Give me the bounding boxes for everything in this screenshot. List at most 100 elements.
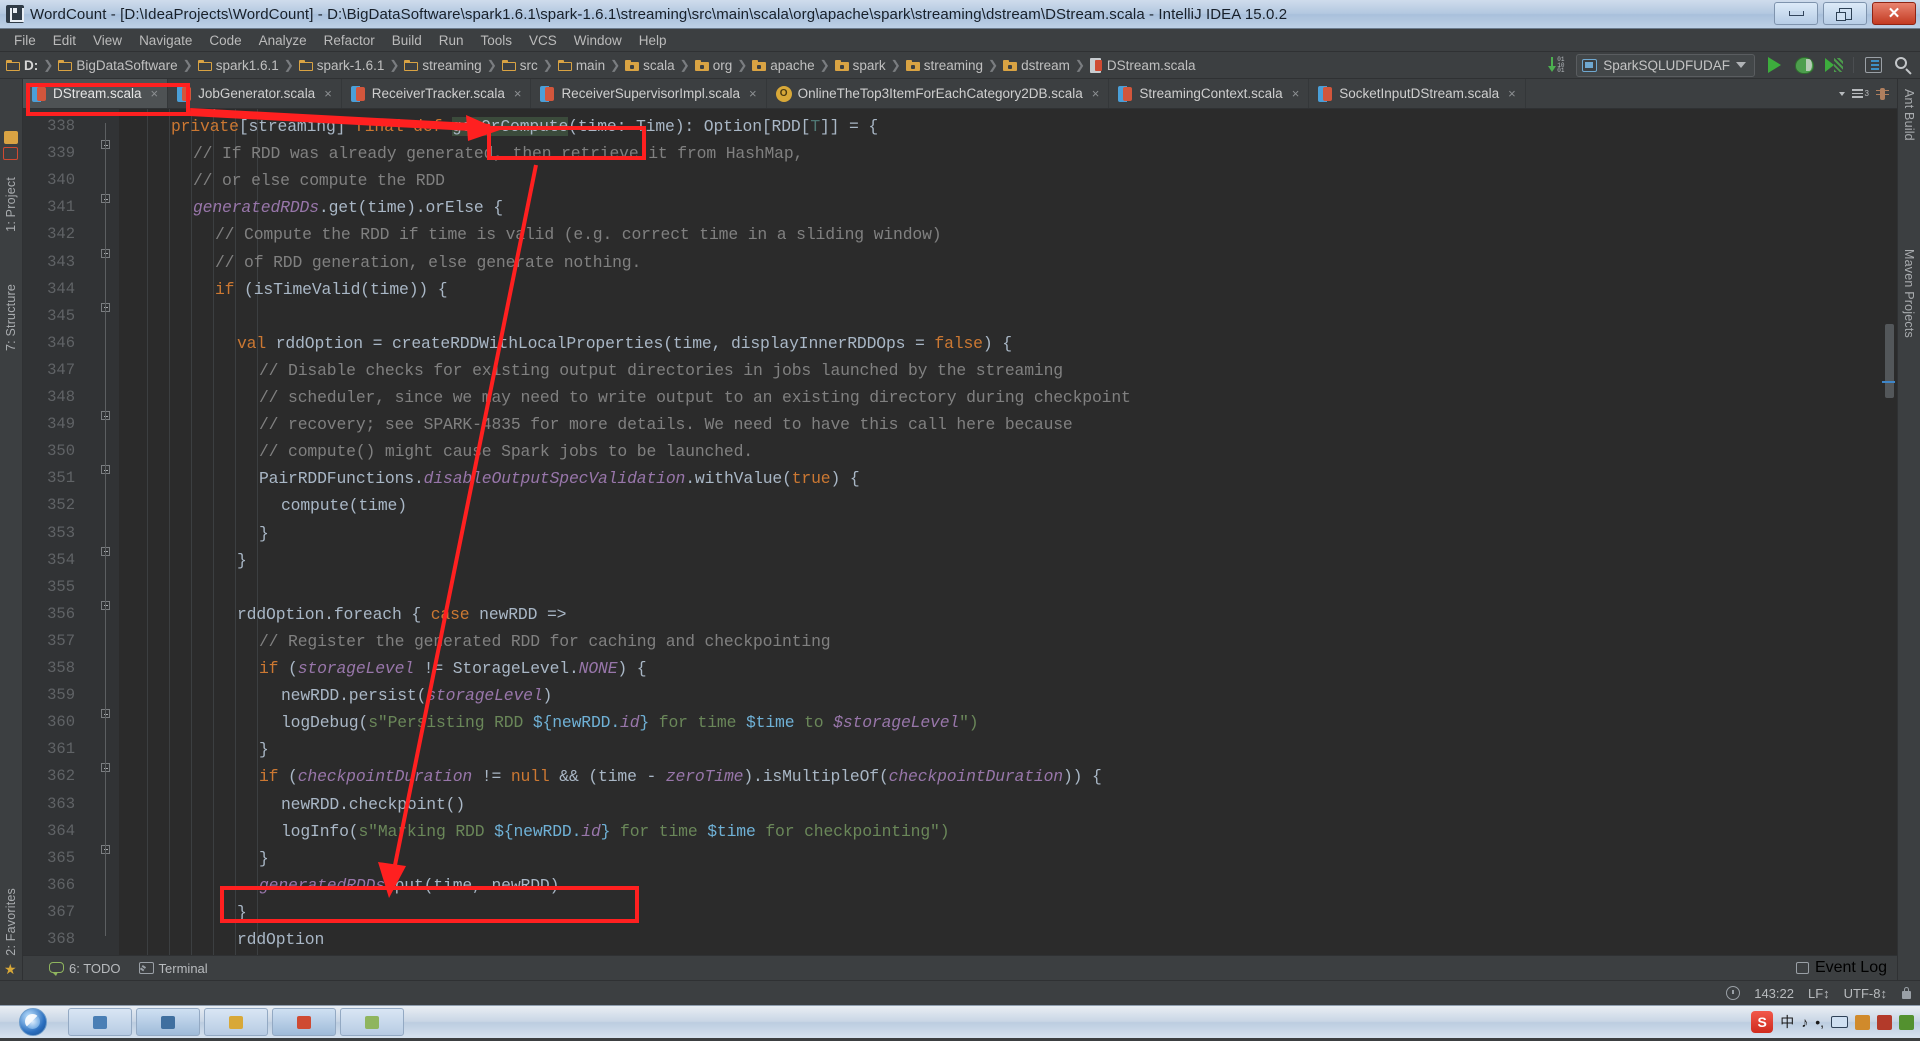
- ime-punct-indicator[interactable]: ♪: [1801, 1014, 1808, 1030]
- close-icon[interactable]: ×: [1508, 86, 1516, 101]
- breadcrumb-item-13[interactable]: DStream.scala: [1088, 57, 1198, 73]
- sogou-ime-icon[interactable]: S: [1751, 1011, 1774, 1033]
- code-line[interactable]: newRDD.persist(storageLevel): [127, 686, 552, 705]
- code-content[interactable]: private[streaming] final def getOrComput…: [119, 109, 1897, 955]
- close-icon[interactable]: ×: [749, 86, 757, 101]
- menu-edit[interactable]: Edit: [45, 31, 84, 50]
- code-line[interactable]: // scheduler, since we may need to write…: [127, 388, 1131, 407]
- tool-window-event-log[interactable]: Event Log: [1795, 959, 1887, 977]
- code-line[interactable]: rddOption: [127, 930, 324, 949]
- breadcrumb-item-11[interactable]: streaming: [904, 58, 985, 73]
- menu-vcs[interactable]: VCS: [521, 31, 565, 50]
- code-line[interactable]: logDebug(s"Persisting RDD ${newRDD.id} f…: [127, 713, 979, 732]
- breadcrumb-item-8[interactable]: org: [693, 58, 735, 73]
- read-only-lock-icon[interactable]: [1901, 987, 1912, 999]
- menu-refactor[interactable]: Refactor: [316, 31, 383, 50]
- run-icon[interactable]: [1763, 54, 1785, 76]
- code-line[interactable]: // of RDD generation, else generate noth…: [127, 253, 641, 272]
- code-line[interactable]: logInfo(s"Marking RDD ${newRDD.id} for t…: [127, 822, 950, 841]
- breadcrumb-item-7[interactable]: scala: [623, 58, 677, 73]
- code-line[interactable]: // Compute the RDD if time is valid (e.g…: [127, 225, 942, 244]
- close-icon[interactable]: ×: [1092, 86, 1100, 101]
- line-separator[interactable]: LF↕: [1808, 986, 1830, 1001]
- code-line[interactable]: if (checkpointDuration != null && (time …: [127, 767, 1102, 786]
- ime-mode-indicator[interactable]: 中: [1780, 1012, 1794, 1032]
- code-line[interactable]: PairRDDFunctions.disableOutputSpecValida…: [127, 469, 860, 488]
- menu-run[interactable]: Run: [431, 31, 472, 50]
- sidebar-item-maven-projects[interactable]: Maven Projects: [1902, 249, 1916, 338]
- tab-list-icon[interactable]: 3: [1851, 89, 1869, 98]
- tool-window-todo[interactable]: 6: TODO: [49, 961, 121, 976]
- run-with-coverage-icon[interactable]: [1823, 54, 1845, 76]
- code-line[interactable]: }: [127, 903, 247, 922]
- scrollbar-thumb[interactable]: [1885, 324, 1894, 398]
- run-configuration-selector[interactable]: SparkSQLUDFUDAF: [1576, 53, 1755, 77]
- menu-window[interactable]: Window: [566, 31, 630, 50]
- menu-view[interactable]: View: [85, 31, 130, 50]
- close-icon[interactable]: ×: [324, 86, 332, 101]
- close-icon[interactable]: ×: [151, 86, 159, 101]
- tray-tool-icon-3[interactable]: [1899, 1014, 1914, 1030]
- breadcrumb-item-6[interactable]: main: [556, 58, 607, 73]
- debug-icon[interactable]: [1793, 54, 1815, 76]
- code-line[interactable]: compute(time): [127, 496, 407, 515]
- search-everywhere-icon[interactable]: [1892, 54, 1914, 76]
- breadcrumb-item-3[interactable]: spark-1.6.1: [297, 58, 387, 73]
- editor-tab-jobgenerator[interactable]: JobGenerator.scala ×: [168, 79, 342, 108]
- ime-shape-indicator[interactable]: •,: [1815, 1014, 1824, 1030]
- editor-tab-dstream[interactable]: DStream.scala ×: [23, 79, 169, 108]
- chevron-down-icon[interactable]: [1838, 91, 1845, 96]
- restore-button[interactable]: [1823, 2, 1867, 25]
- code-line[interactable]: // Disable checks for existing output di…: [127, 361, 1063, 380]
- code-editor[interactable]: 338 339 340 341 342 343 344 345 346 347 348 349 350 3…: [23, 109, 1897, 955]
- minimize-button[interactable]: [1774, 2, 1818, 25]
- editor-tab-socketinputdstream[interactable]: SocketInputDStream.scala ×: [1309, 79, 1526, 108]
- code-line[interactable]: rddOption.foreach { case newRDD =>: [127, 605, 567, 624]
- ant-build-icon[interactable]: [1876, 86, 1889, 102]
- code-line[interactable]: }: [127, 551, 247, 570]
- code-line[interactable]: // Register the generated RDD for cachin…: [127, 632, 831, 651]
- caret-position[interactable]: 143:22: [1754, 986, 1794, 1001]
- menu-file[interactable]: File: [6, 31, 44, 50]
- breadcrumb-item-4[interactable]: streaming: [402, 58, 483, 73]
- code-folding-column[interactable]: [95, 109, 119, 955]
- taskbar-item-4[interactable]: [272, 1008, 336, 1036]
- code-line[interactable]: // or else compute the RDD: [127, 171, 445, 190]
- code-line[interactable]: }: [127, 849, 269, 868]
- editor-tab-onlinethetop3item[interactable]: O OnlineTheTop3ItemForEachCategory2DB.sc…: [766, 79, 1110, 108]
- start-button[interactable]: [2, 1007, 64, 1037]
- code-line[interactable]: private[streaming] final def getOrComput…: [127, 117, 878, 136]
- editor-tab-receivertracker[interactable]: ReceiverTracker.scala ×: [341, 79, 532, 108]
- code-line[interactable]: if (isTimeValid(time)) {: [127, 280, 448, 299]
- code-line[interactable]: // recovery; see SPARK-4835 for more det…: [127, 415, 1073, 434]
- breadcrumb-item-12[interactable]: dstream: [1001, 58, 1072, 73]
- breadcrumb-item-9[interactable]: apache: [750, 58, 816, 73]
- breadcrumb-item-0[interactable]: D:: [4, 58, 40, 73]
- code-line[interactable]: // If RDD was already generated, then re…: [127, 144, 803, 163]
- code-line[interactable]: newRDD.checkpoint(): [127, 795, 465, 814]
- sidebar-item-favorites[interactable]: 2: Favorites: [4, 888, 18, 956]
- close-icon[interactable]: ×: [1292, 86, 1300, 101]
- binary-sort-icon[interactable]: 01 10 01: [1546, 54, 1568, 76]
- taskbar-item-2[interactable]: [136, 1008, 200, 1036]
- close-button[interactable]: ✕: [1872, 2, 1916, 25]
- code-line[interactable]: generatedRDDs.put(time, newRDD): [127, 876, 559, 895]
- code-line[interactable]: if (storageLevel != StorageLevel.NONE) {: [127, 659, 647, 678]
- taskbar-item-3[interactable]: [204, 1008, 268, 1036]
- keyboard-icon[interactable]: [1831, 1016, 1848, 1028]
- taskbar-item-5[interactable]: [340, 1008, 404, 1036]
- tool-window-terminal[interactable]: Terminal: [138, 961, 208, 976]
- code-line[interactable]: }: [127, 524, 269, 543]
- menu-navigate[interactable]: Navigate: [131, 31, 200, 50]
- editor-tab-receiversupervisorimpl[interactable]: ReceiverSupervisorImpl.scala ×: [531, 79, 767, 108]
- editor-gutter[interactable]: 338 339 340 341 342 343 344 345 346 347 348 349 350 3…: [23, 109, 119, 955]
- editor-tab-streamingcontext[interactable]: StreamingContext.scala ×: [1109, 79, 1310, 108]
- breadcrumb-item-5[interactable]: src: [500, 58, 540, 73]
- menu-tools[interactable]: Tools: [473, 31, 521, 50]
- menu-help[interactable]: Help: [631, 31, 675, 50]
- sidebar-item-ant-build[interactable]: Ant Build: [1902, 89, 1916, 141]
- code-line[interactable]: // compute() might cause Spark jobs to b…: [127, 442, 753, 461]
- close-icon[interactable]: ×: [514, 86, 522, 101]
- tray-tool-icon-1[interactable]: [1855, 1014, 1870, 1030]
- code-line[interactable]: generatedRDDs.get(time).orElse {: [127, 198, 503, 217]
